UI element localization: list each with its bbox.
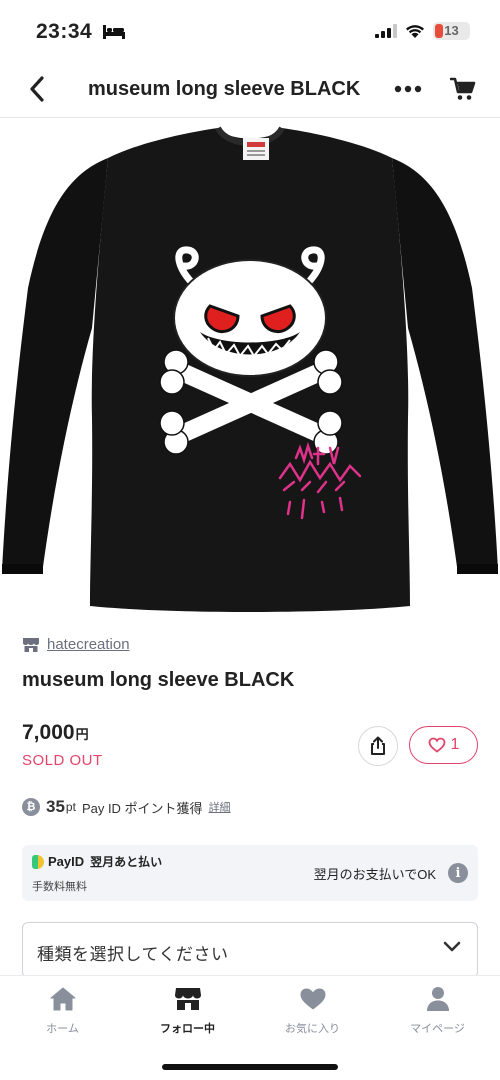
battery-level: 13 [444,23,459,38]
back-button[interactable] [22,74,52,104]
payid-banner[interactable]: PayID 翌月あと払い 手数料無料 翌月のお支払いでOK i [22,845,478,901]
product-image[interactable] [0,118,500,618]
price-value: 7,000 [22,721,75,744]
status-indicators: 13 [375,22,470,40]
heart-outline-icon [428,737,445,753]
share-button[interactable] [358,726,398,766]
points-label: Pay ID ポイント獲得 [81,800,203,816]
variant-placeholder: 種類を選択してください [37,945,229,964]
cart-button[interactable] [448,74,478,104]
tab-mypage[interactable]: マイページ [375,984,500,1036]
info-icon[interactable]: i [448,863,468,883]
product-title: museum long sleeve BLACK [22,669,295,691]
status-bar: 23:34 13 [0,0,500,62]
sleep-icon [103,25,125,39]
payid-fee: 手数料無料 [32,881,87,893]
points-value: 35 [46,797,65,816]
shop-link[interactable]: hatecreation [22,636,130,653]
price-unit: 円 [75,727,89,742]
battery-indicator: 13 [433,22,470,40]
tab-label: お気に入り [285,1023,340,1035]
tab-label: フォロー中 [160,1023,215,1035]
chevron-down-icon [443,941,461,952]
chevron-left-icon [30,76,44,102]
page-title: museum long sleeve BLACK [88,78,361,100]
payid-brand: PayID [48,854,85,869]
tab-label: ホーム [46,1023,79,1035]
like-button[interactable]: 1 [409,726,478,764]
variant-select[interactable]: 種類を選択してください [22,922,478,978]
navigation-bar: museum long sleeve BLACK [0,62,500,118]
like-count: 1 [450,736,460,753]
wifi-icon [406,24,424,38]
home-indicator [162,1064,338,1070]
person-icon [426,987,449,1011]
heart-icon [300,988,325,1010]
status-time: 23:34 [36,20,93,43]
points-unit: pt [65,800,76,814]
tab-home[interactable]: ホーム [0,984,125,1036]
payid-logo-icon [32,854,44,869]
payid-ok-text: 翌月のお支払いでOK [313,867,436,882]
tab-favorites[interactable]: お気に入り [250,984,375,1036]
home-icon [50,987,75,1011]
points-details-link[interactable]: 詳細 [209,799,231,815]
tab-following[interactable]: フォロー中 [125,984,250,1036]
coin-icon: ₿ [22,798,40,816]
tab-label: マイページ [410,1023,465,1035]
cellular-signal-icon [375,24,397,38]
stock-status: SOLD OUT [22,752,103,769]
points-info: ₿ 35 pt Pay ID ポイント獲得 詳細 [22,797,231,817]
more-dots-icon [394,85,422,93]
store-icon [174,988,201,1010]
payid-logo: PayID 翌月あと払い [32,853,162,870]
shop-name: hatecreation [47,636,130,653]
price: 7,000 円 [22,721,89,745]
share-icon [371,736,385,755]
cart-icon [450,77,476,100]
payid-service: 翌月あと払い [90,855,163,869]
more-button[interactable] [393,76,423,102]
shirt-illustration [0,118,500,618]
shop-icon [23,637,39,652]
